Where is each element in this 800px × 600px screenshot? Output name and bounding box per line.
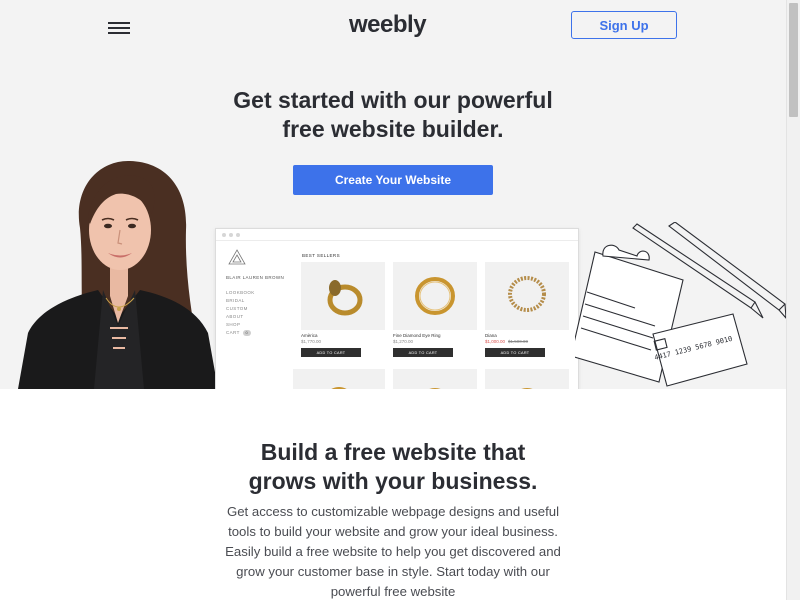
mockup-nav-item: ABOUT [226,314,244,319]
weebly-logo[interactable]: weebly [349,11,427,39]
mockup-nav: LOOKBOOK BRIDAL CUSTOM ABOUT SHOP CART 0 [226,290,301,338]
hero-title-line: free website builder. [282,116,504,142]
mockup-nav-item: LOOKBOOK [226,290,255,295]
mockup-nav-cart: CART 0 [226,330,301,338]
hamburger-menu-icon[interactable] [108,20,130,36]
product-card: Fine Diamond Eye Ring $1,270.00 ADD TO C… [393,262,477,357]
product-name: Amèrica [301,333,318,338]
product-name: Diana [485,333,497,338]
beaded-ring-icon [508,276,546,312]
scrollbar-thumb[interactable] [789,3,798,117]
create-website-button[interactable]: Create Your Website [293,165,493,195]
section-body-text: Get access to customizable webpage desig… [225,504,561,599]
section-title-line: Build a free website that [260,439,526,465]
site-header: weebly Sign Up [0,0,786,50]
section-title: Build a free website that grows with you… [150,438,636,496]
page-scrollbar[interactable] [786,0,800,600]
product-card: Diana $1,000.00 $1,500.00 ADD TO CART [485,262,569,357]
add-to-cart-button: ADD TO CART [393,348,453,357]
hero-title: Get started with our powerful free websi… [150,86,636,144]
gold-ring-icon [327,280,363,316]
mockup-nav-item: CART [226,330,240,335]
add-to-cart-button: ADD TO CART [301,348,361,357]
product-image [485,262,569,330]
mockup-nav-item: SHOP [226,322,241,327]
product-image [293,369,385,389]
section-title-line: grows with your business. [248,468,538,494]
ring-icon [429,388,441,389]
mockup-section-title: BEST SELLERS [302,253,340,258]
product-price: $1,770.00 [301,339,322,344]
ring-icon [521,388,533,389]
product-card [393,369,477,389]
hero-person-image [18,160,218,389]
hero-section: weebly Sign Up Get started with our powe… [0,0,786,389]
pen-icon [668,222,786,319]
product-image [301,262,385,330]
mockup-nav-item: CUSTOM [226,306,248,311]
product-name: Fine Diamond Eye Ring [393,333,441,338]
website-preview-mockup: BLAIR LAUREN BROWN LOOKBOOK BRIDAL CUSTO… [215,228,579,389]
mockup-nav-item: BRIDAL [226,298,245,303]
browser-bar [216,229,578,241]
cart-count-badge: 0 [242,330,251,336]
ring-icon [331,387,347,389]
add-to-cart-button: ADD TO CART [485,348,545,357]
product-card: Amèrica $1,770.00 ADD TO CART [301,262,385,357]
sketch-illustration: 4417 1239 5678 9010 [575,222,786,387]
product-image [393,369,477,389]
product-card [293,369,385,389]
product-card [485,369,569,389]
sign-up-button[interactable]: Sign Up [571,11,677,39]
mockup-sidebar: BLAIR LAUREN BROWN LOOKBOOK BRIDAL CUSTO… [226,249,301,338]
gold-band-ring-icon [415,277,455,315]
mockup-brand-name: BLAIR LAUREN BROWN [226,275,285,280]
product-image [393,262,477,330]
triangle-logo-icon [228,249,246,265]
hero-title-line: Get started with our powerful [233,87,553,113]
product-image [485,369,569,389]
product-price: $1,270.00 [393,339,414,344]
product-price: $1,000.00 $1,500.00 [485,339,529,344]
